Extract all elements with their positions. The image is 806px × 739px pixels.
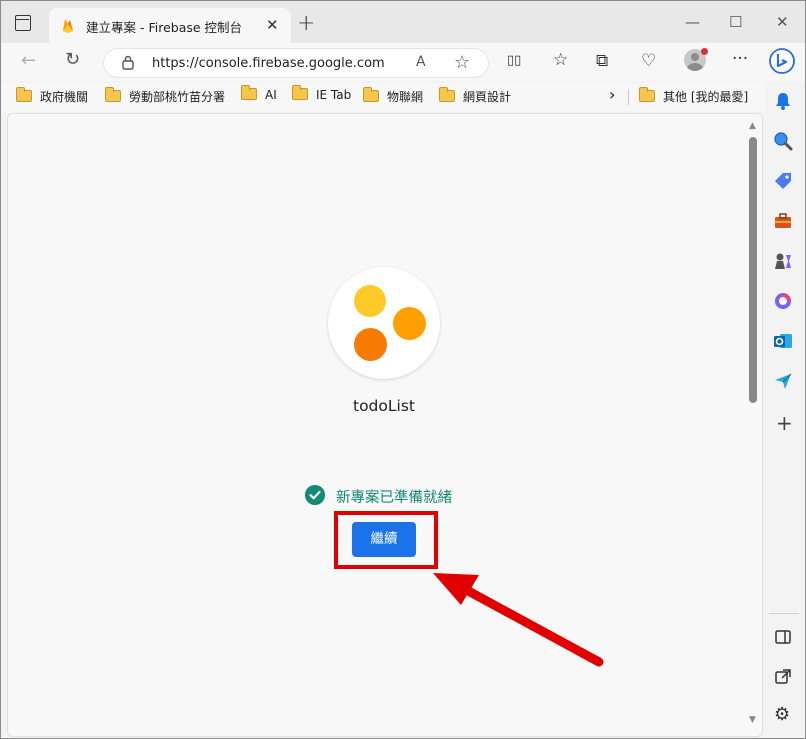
folder-icon xyxy=(105,87,121,102)
folder-icon xyxy=(439,87,455,102)
split-screen-icon[interactable]: ▯▯ xyxy=(507,53,521,68)
read-aloud-icon[interactable]: A xyxy=(416,54,426,70)
bookmark-label: IE Tab xyxy=(316,88,352,102)
annotation-arrow xyxy=(433,573,604,667)
title-bar: 建立專案 - Firebase 控制台 ✕ + — ☐ ✕ xyxy=(1,1,805,43)
split-screen-icon[interactable] xyxy=(773,627,793,647)
close-tab-icon[interactable]: ✕ xyxy=(266,16,279,34)
browser-essentials-icon[interactable]: ♡ xyxy=(641,51,656,71)
scroll-up-icon[interactable]: ▲ xyxy=(749,121,756,131)
favorites-icon[interactable]: ☆ xyxy=(553,50,568,70)
lock-icon xyxy=(122,55,134,70)
logo-dot-yellow xyxy=(354,285,386,317)
folder-icon xyxy=(16,87,32,102)
bookmark-item[interactable]: 物聯網 xyxy=(363,87,424,106)
add-icon[interactable]: + xyxy=(776,413,796,433)
maximize-button[interactable]: ☐ xyxy=(729,13,742,31)
tab-actions-icon[interactable] xyxy=(15,15,31,31)
bell-icon[interactable] xyxy=(773,91,793,111)
folder-icon xyxy=(363,87,379,102)
tab-title: 建立專案 - Firebase 控制台 xyxy=(86,20,243,35)
new-tab-button[interactable]: + xyxy=(297,11,315,36)
toolbox-icon[interactable] xyxy=(773,211,793,231)
settings-icon[interactable]: ⚙ xyxy=(774,705,794,725)
office-icon[interactable] xyxy=(773,291,793,311)
minimize-button[interactable]: — xyxy=(685,13,700,31)
firebase-favicon-icon xyxy=(63,19,73,33)
profile-notification-dot xyxy=(701,48,708,55)
continue-button[interactable]: 繼續 xyxy=(352,522,416,557)
bookmark-label: 物聯網 xyxy=(387,90,424,104)
games-icon[interactable] xyxy=(773,251,793,271)
external-link-icon[interactable] xyxy=(773,667,793,687)
bookmark-label: 政府機關 xyxy=(40,90,89,104)
tag-icon[interactable] xyxy=(773,171,793,191)
browser-window: 建立專案 - Firebase 控制台 ✕ + — ☐ ✕ ← ↻ https:… xyxy=(0,0,806,739)
collections-icon[interactable]: ⧉ xyxy=(596,51,608,71)
bookmarks-divider xyxy=(628,89,629,105)
bookmark-label: 勞動部桃竹苗分署 xyxy=(129,90,226,104)
send-icon[interactable] xyxy=(773,371,793,391)
bookmark-item[interactable]: 網頁設計 xyxy=(439,87,512,106)
ready-text: 新專案已準備就緒 xyxy=(336,490,452,506)
search-icon[interactable] xyxy=(773,131,793,151)
folder-icon xyxy=(241,85,257,100)
bookmark-label: 網頁設計 xyxy=(463,90,512,104)
bookmark-label: AI xyxy=(265,88,277,102)
bookmark-item[interactable]: IE Tab xyxy=(292,85,352,106)
bookmarks-bar: 政府機關 勞動部桃竹苗分署 AI IE Tab 物聯網 網頁設計 › 其他 [我… xyxy=(1,83,765,111)
tab-firebase[interactable]: 建立專案 - Firebase 控制台 ✕ xyxy=(49,8,291,43)
check-circle-icon xyxy=(305,485,325,505)
scrollbar-thumb[interactable] xyxy=(749,137,757,403)
bookmarks-overflow-icon[interactable]: › xyxy=(609,85,615,104)
folder-icon xyxy=(292,85,308,100)
close-window-button[interactable]: ✕ xyxy=(776,13,789,31)
sidebar-divider xyxy=(769,613,799,614)
url-text: https://console.firebase.google.com xyxy=(152,56,385,71)
page-content xyxy=(7,113,763,737)
bookmark-item[interactable]: AI xyxy=(241,85,277,106)
address-bar[interactable]: https://console.firebase.google.com A ☆ xyxy=(103,48,489,78)
favorite-star-icon[interactable]: ☆ xyxy=(454,52,470,73)
folder-icon xyxy=(639,87,655,102)
scroll-down-icon[interactable]: ▼ xyxy=(749,715,756,725)
more-options-icon[interactable]: ··· xyxy=(732,49,748,69)
project-logo xyxy=(328,267,440,379)
bookmark-label: 其他 [我的最愛] xyxy=(663,90,749,104)
back-icon[interactable]: ← xyxy=(21,50,36,71)
bing-copilot-icon[interactable] xyxy=(769,48,795,74)
bookmark-item[interactable]: 勞動部桃竹苗分署 xyxy=(105,87,226,106)
refresh-icon[interactable]: ↻ xyxy=(65,49,80,70)
other-favorites[interactable]: 其他 [我的最愛] xyxy=(639,87,749,106)
project-name: todoList xyxy=(353,397,415,415)
logo-dot-dark-orange xyxy=(354,328,387,361)
outlook-icon[interactable] xyxy=(773,331,793,351)
bookmark-item[interactable]: 政府機關 xyxy=(16,87,89,106)
logo-dot-orange xyxy=(393,307,426,340)
